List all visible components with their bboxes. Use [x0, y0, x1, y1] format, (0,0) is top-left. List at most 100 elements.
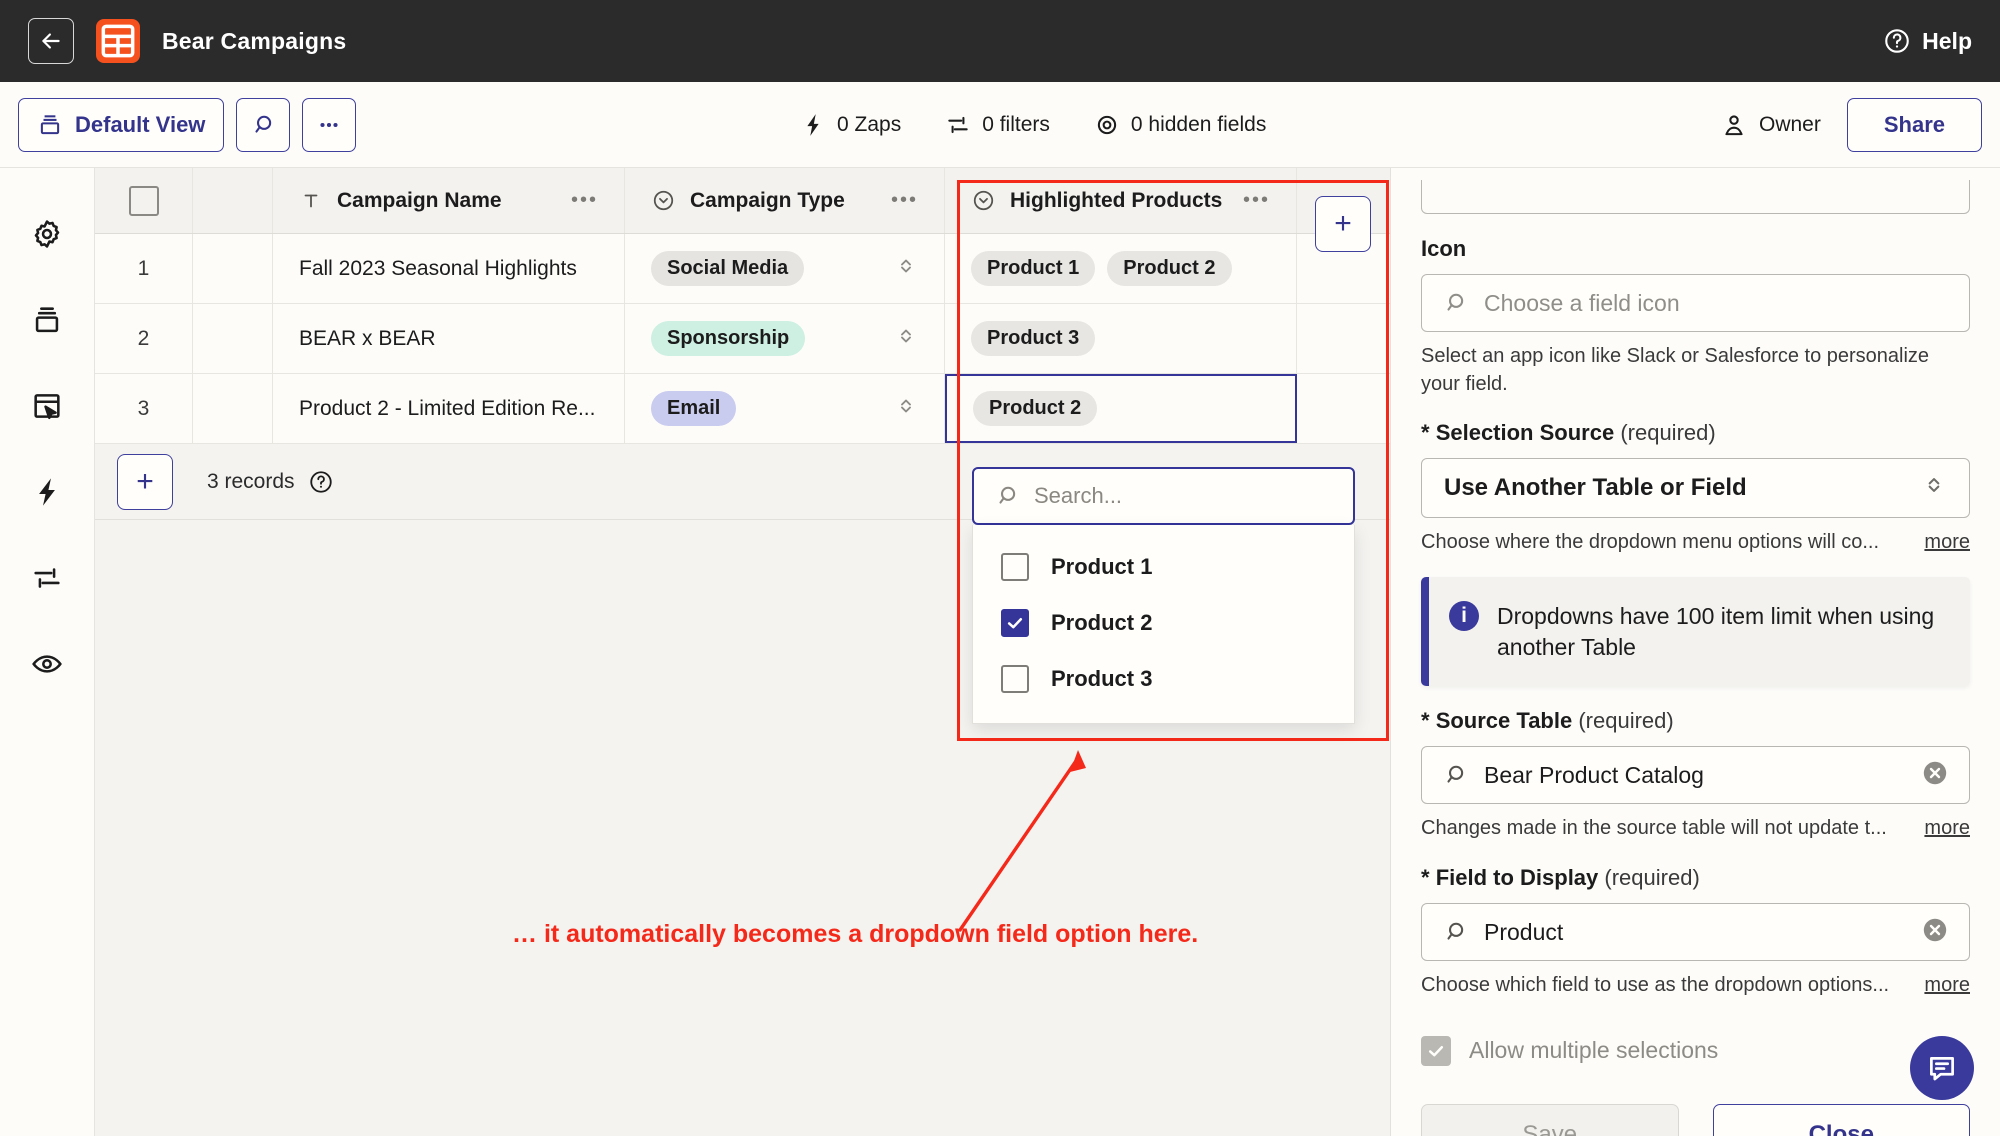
more-options-button[interactable] — [302, 97, 357, 152]
expand-column-header — [193, 168, 273, 233]
selection-source-label-text: Selection Source — [1435, 420, 1615, 446]
cell-text: BEAR x BEAR — [299, 326, 436, 350]
eye-off-icon — [1097, 115, 1117, 135]
more-link[interactable]: more — [1908, 972, 1970, 1000]
icon-help-label: Select an app icon like Slack or Salesfo… — [1421, 345, 1930, 395]
chevron-updown-icon[interactable] — [894, 324, 918, 353]
icon-label: Icon — [1421, 236, 1467, 261]
chevron-updown-icon[interactable] — [894, 254, 918, 283]
field-to-display-input[interactable]: Product — [1421, 903, 1970, 961]
checkbox-unchecked[interactable] — [1001, 665, 1029, 693]
help-button[interactable]: Help — [1883, 27, 1972, 55]
selection-source-value: Use Another Table or Field — [1444, 474, 1747, 502]
cell-highlighted-products-selected[interactable]: Product 2 — [945, 374, 1297, 443]
filters-button[interactable]: 0 filters — [945, 112, 1050, 138]
source-table-input[interactable]: Bear Product Catalog — [1421, 746, 1970, 805]
source-table-label-text: Source Table — [1435, 708, 1573, 734]
cell-campaign-type[interactable]: Sponsorship — [625, 304, 945, 373]
question-circle-icon[interactable] — [308, 469, 334, 495]
cell-campaign-type[interactable]: Email — [625, 374, 945, 443]
rail-item-automations[interactable] — [25, 470, 69, 514]
column-header-campaign-type[interactable]: Campaign Type ••• — [625, 168, 945, 233]
row-expand-cell[interactable] — [193, 304, 273, 373]
product-badge: Product 2 — [973, 391, 1098, 426]
share-button[interactable]: Share — [1846, 97, 1982, 152]
close-button[interactable]: Close — [1712, 1103, 1970, 1136]
close-circle-icon — [1923, 761, 1947, 785]
search-icon — [255, 115, 272, 133]
owner-button[interactable]: Owner — [1721, 112, 1821, 138]
back-button[interactable] — [28, 18, 74, 64]
owner-label: Owner — [1758, 112, 1821, 136]
dropdown-options-list: Product 1 Product 2 Product 3 — [972, 525, 1355, 724]
required-marker: * — [1421, 420, 1430, 446]
dropdown-option-product-3[interactable]: Product 3 — [973, 651, 1354, 707]
allow-multiple-selections-row[interactable]: Allow multiple selections — [1421, 1035, 1970, 1066]
more-link[interactable]: more — [1908, 815, 1970, 843]
column-menu-icon[interactable]: ••• — [571, 189, 598, 212]
dropdown-option-label: Product 2 — [1051, 610, 1153, 635]
selection-source-select[interactable]: Use Another Table or Field — [1421, 458, 1970, 519]
checkbox-checked-disabled — [1421, 1035, 1451, 1066]
row-expand-cell[interactable] — [193, 374, 273, 443]
toolbar-right-group: Owner Share — [1721, 97, 1982, 152]
help-label: Help — [1922, 27, 1972, 54]
toolbar-stats: 0 Zaps 0 filters 0 hidden fields — [800, 82, 1266, 168]
cell-text: Product 2 - Limited Edition Re... — [299, 396, 596, 420]
add-record-button[interactable]: + — [117, 453, 173, 510]
chat-support-button[interactable] — [1910, 1036, 1974, 1100]
source-table-value: Bear Product Catalog — [1484, 761, 1704, 788]
rail-item-settings[interactable] — [25, 212, 69, 256]
rail-item-filters[interactable] — [25, 556, 69, 600]
rail-item-interfaces[interactable] — [25, 384, 69, 428]
field-icon-input[interactable]: Choose a field icon — [1421, 274, 1970, 332]
source-table-help: Changes made in the source table will no… — [1421, 815, 1970, 843]
cell-campaign-type[interactable]: Social Media — [625, 234, 945, 303]
add-field-button[interactable]: + — [1315, 196, 1371, 252]
column-header-highlighted-products[interactable]: Highlighted Products ••• — [945, 168, 1297, 233]
view-stack-icon — [40, 114, 60, 134]
rail-item-hidden-fields[interactable] — [25, 642, 69, 686]
chevron-updown-icon[interactable] — [894, 394, 918, 423]
check-icon — [1007, 618, 1023, 629]
table-row: 1 Fall 2023 Seasonal Highlights Social M… — [95, 234, 1390, 304]
rail-item-views[interactable] — [25, 298, 69, 342]
record-count: 3 records — [207, 469, 334, 495]
dropdown-option-product-2[interactable]: Product 2 — [973, 595, 1354, 651]
cell-campaign-name[interactable]: Product 2 - Limited Edition Re... — [273, 374, 625, 443]
annotation-arrow-icon — [958, 750, 1086, 932]
search-icon — [1447, 922, 1464, 940]
column-menu-icon[interactable]: ••• — [891, 189, 918, 212]
column-label: Campaign Name — [337, 188, 502, 212]
cell-campaign-name[interactable]: Fall 2023 Seasonal Highlights — [273, 234, 625, 303]
table-glyph-icon — [101, 24, 135, 58]
grid-header-row: Campaign Name ••• Campaign Type ••• High… — [95, 168, 1390, 234]
selection-source-label: * Selection Source (required) — [1421, 420, 1970, 446]
cell-text: Fall 2023 Seasonal Highlights — [299, 256, 577, 280]
info-callout: i Dropdowns have 100 item limit when usi… — [1421, 576, 1970, 687]
save-button[interactable]: Save — [1421, 1103, 1679, 1136]
cell-campaign-name[interactable]: BEAR x BEAR — [273, 304, 625, 373]
more-link[interactable]: more — [1908, 529, 1970, 557]
default-view-button[interactable]: Default View — [18, 97, 225, 152]
dropdown-search-input[interactable]: Search... — [972, 467, 1355, 525]
dropdown-option-label: Product 3 — [1051, 666, 1153, 691]
checkbox-checked[interactable] — [1001, 609, 1029, 637]
clear-icon[interactable] — [1921, 916, 1949, 949]
hidden-fields-button[interactable]: 0 hidden fields — [1094, 112, 1266, 138]
page-title: Bear Campaigns — [162, 27, 347, 54]
field-name-input-partial[interactable] — [1421, 180, 1970, 214]
dropdown-option-product-1[interactable]: Product 1 — [973, 539, 1354, 595]
row-expand-cell[interactable] — [193, 234, 273, 303]
field-to-display-label-text: Field to Display — [1435, 865, 1599, 890]
table-row: 2 BEAR x BEAR Sponsorship Product 3 — [95, 304, 1390, 374]
cell-highlighted-products[interactable]: Product 3 — [945, 304, 1297, 373]
zaps-button[interactable]: 0 Zaps — [800, 112, 901, 138]
search-button[interactable] — [236, 97, 291, 152]
column-menu-icon[interactable]: ••• — [1243, 189, 1270, 212]
clear-icon[interactable] — [1921, 759, 1949, 792]
column-header-campaign-name[interactable]: Campaign Name ••• — [273, 168, 625, 233]
cell-highlighted-products[interactable]: Product 1 Product 2 — [945, 234, 1297, 303]
select-all-checkbox[interactable] — [95, 168, 193, 233]
checkbox-unchecked[interactable] — [1001, 553, 1029, 581]
